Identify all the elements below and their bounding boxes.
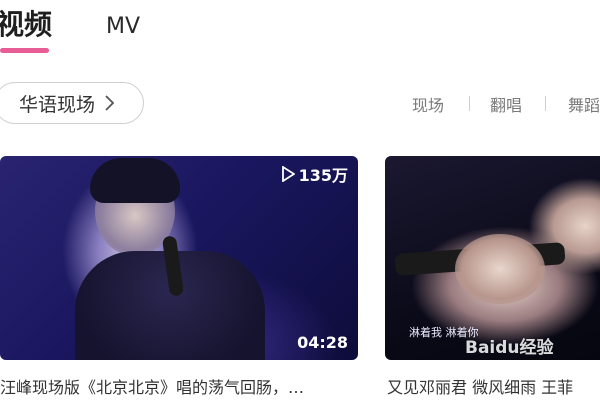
tab-video[interactable]: 视频 bbox=[0, 10, 52, 40]
video-card[interactable]: 135万 04:28 汪峰现场版《北京北京》唱的荡气回肠，… bbox=[0, 156, 358, 398]
hand-figure bbox=[455, 234, 545, 304]
watermark: Baidu经验 bbox=[465, 338, 554, 358]
video-title[interactable]: 又见邓丽君 微风细雨 王菲 bbox=[387, 374, 600, 398]
singer-hair bbox=[90, 158, 180, 203]
video-title[interactable]: 汪峰现场版《北京北京》唱的荡气回肠，… bbox=[0, 374, 358, 398]
filter-bar: 现场 翻唱 舞蹈 bbox=[0, 90, 600, 120]
filter-dance[interactable]: 舞蹈 bbox=[568, 92, 600, 116]
view-count-value: 135万 bbox=[298, 166, 348, 185]
video-thumbnail[interactable]: 淋着我 淋着你 Baidu经验 bbox=[385, 156, 600, 360]
divider bbox=[545, 96, 546, 111]
view-count: 135万 bbox=[281, 162, 348, 186]
video-card[interactable]: 淋着我 淋着你 Baidu经验 又见邓丽君 微风细雨 王菲 bbox=[385, 156, 600, 398]
top-tabs: 视频 MV bbox=[0, 0, 600, 60]
video-thumbnail[interactable]: 135万 04:28 bbox=[0, 156, 358, 360]
filter-cover[interactable]: 翻唱 bbox=[490, 92, 522, 116]
tab-mv[interactable]: MV bbox=[106, 12, 140, 42]
filter-live[interactable]: 现场 bbox=[412, 92, 444, 116]
play-icon bbox=[281, 166, 295, 182]
video-duration: 04:28 bbox=[297, 333, 348, 352]
active-tab-indicator bbox=[0, 48, 49, 53]
divider bbox=[469, 96, 470, 111]
